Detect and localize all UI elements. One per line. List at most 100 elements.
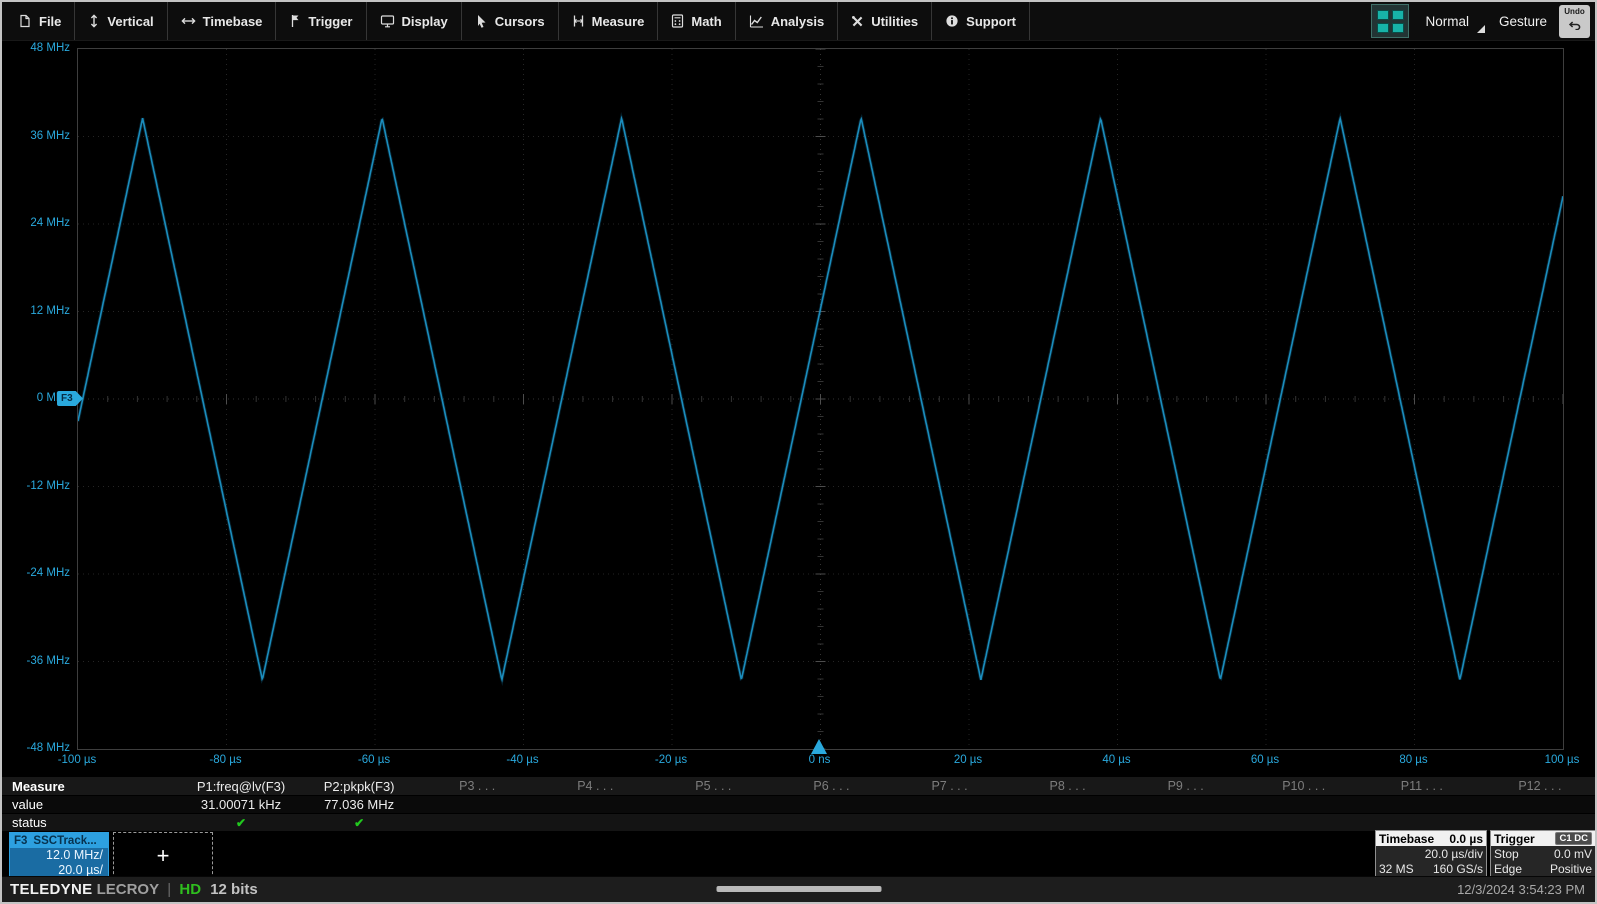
- menu-display-button[interactable]: Display: [367, 2, 462, 40]
- gesture-label: Gesture: [1499, 14, 1547, 29]
- file-icon: [18, 14, 32, 28]
- menu-vertical-button[interactable]: Vertical: [75, 2, 167, 40]
- x-tick-label: -100 µs: [32, 752, 122, 768]
- measure-icon: [572, 14, 585, 28]
- trigger-panel[interactable]: Trigger C1 DC Stop 0.0 mV Edge Positive: [1490, 830, 1596, 878]
- param-header-p7[interactable]: P7 . . .: [890, 779, 1008, 793]
- x-tick-label: -80 µs: [181, 752, 271, 768]
- display-mode-button[interactable]: Normal: [1421, 6, 1487, 37]
- timebase-icon: [181, 15, 196, 27]
- undo-label: Undo: [1564, 8, 1584, 16]
- display-mode-label: Normal: [1425, 14, 1469, 29]
- timebase-sample-rate: 160 GS/s: [1433, 862, 1483, 876]
- menu-bar-items: File Vertical Timebase Trigger Display Cursor…: [2, 2, 1030, 40]
- param-header-p6[interactable]: P6 . . .: [772, 779, 890, 793]
- f3-vertical-scale: 12.0 MHz/: [10, 848, 108, 863]
- param-status-ok-icon-p1: ✔: [182, 816, 300, 830]
- menu-label: Math: [691, 14, 721, 29]
- param-status-ok-icon-p2: ✔: [300, 816, 418, 830]
- measure-table: Measure P1:freq@lv(F3)P2:pkpk(F3)P3 . . …: [2, 777, 1597, 832]
- menu-label: Cursors: [495, 14, 545, 29]
- grid-display-icon[interactable]: [1371, 4, 1409, 38]
- utilities-icon: [851, 15, 864, 28]
- menu-trigger-button[interactable]: Trigger: [276, 2, 366, 40]
- status-row-label: status: [2, 815, 182, 830]
- f3-id: F3: [14, 835, 27, 847]
- param-header-p4[interactable]: P4 . . .: [536, 779, 654, 793]
- timebase-panel[interactable]: Timebase 0.0 µs 20.0 µs/div 32 MS 160 GS…: [1375, 830, 1487, 878]
- y-tick-label: 48 MHz: [6, 40, 70, 56]
- x-tick-label: -60 µs: [329, 752, 419, 768]
- x-tick-label: -40 µs: [478, 752, 568, 768]
- menu-measure-button[interactable]: Measure: [559, 2, 659, 40]
- f3-waveform-trace: [78, 49, 1563, 749]
- param-header-p9[interactable]: P9 . . .: [1127, 779, 1245, 793]
- plus-icon: +: [157, 843, 170, 869]
- f3-trace-descriptor[interactable]: F3 SSCTrack... 12.0 MHz/ 20.0 µs/: [9, 832, 109, 879]
- menu-label: Analysis: [771, 14, 824, 29]
- f3-name: SSCTrack...: [33, 835, 96, 847]
- param-header-p8[interactable]: P8 . . .: [1009, 779, 1127, 793]
- graticule[interactable]: [77, 48, 1564, 750]
- y-tick-label: -24 MHz: [6, 565, 70, 581]
- menu-math-button[interactable]: Math: [658, 2, 735, 40]
- menu-bar: File Vertical Timebase Trigger Display Cursor…: [2, 2, 1595, 41]
- measure-row-value: value 31.00071 kHz77.036 MHz: [2, 796, 1597, 814]
- y-tick-label: -36 MHz: [6, 653, 70, 669]
- menu-cursors-button[interactable]: Cursors: [462, 2, 559, 40]
- menu-label: Vertical: [107, 14, 153, 29]
- y-tick-label: -12 MHz: [6, 478, 70, 494]
- menu-label: Utilities: [871, 14, 918, 29]
- undo-button[interactable]: Undo: [1559, 5, 1590, 38]
- taskbar-drag-handle[interactable]: [716, 886, 881, 892]
- param-header-p3[interactable]: P3 . . .: [418, 779, 536, 793]
- trigger-header: Trigger C1 DC: [1491, 831, 1595, 846]
- trigger-mode: Stop: [1494, 847, 1519, 861]
- trigger-title: Trigger: [1494, 832, 1535, 846]
- menu-analysis-button[interactable]: Analysis: [736, 2, 838, 40]
- param-header-p11[interactable]: P11 . . .: [1363, 779, 1481, 793]
- timebase-record-length: 32 MS: [1379, 862, 1414, 876]
- param-header-p1[interactable]: P1:freq@lv(F3): [182, 779, 300, 794]
- trigger-position-marker-icon[interactable]: [811, 739, 827, 754]
- status-bar: TELEDYNE LECROY | HD 12 bits 12/3/2024 3…: [2, 876, 1595, 902]
- timebase-per-div: 20.0 µs/div: [1425, 847, 1483, 861]
- x-tick-label: 80 µs: [1369, 752, 1459, 768]
- menu-label: File: [39, 14, 61, 29]
- param-value-p1: 31.00071 kHz: [182, 797, 300, 812]
- brand-separator: |: [163, 881, 175, 898]
- analysis-icon: [749, 15, 764, 28]
- menu-support-button[interactable]: Support: [932, 2, 1030, 40]
- x-tick-label: 60 µs: [1220, 752, 1310, 768]
- add-trace-button[interactable]: +: [113, 832, 213, 879]
- display-icon: [380, 14, 395, 28]
- param-header-p5[interactable]: P5 . . .: [654, 779, 772, 793]
- brand-logo: TELEDYNE LECROY | HD 12 bits: [2, 881, 258, 898]
- x-tick-label: 100 µs: [1517, 752, 1597, 768]
- menu-label: Support: [966, 14, 1016, 29]
- menu-file-button[interactable]: File: [2, 2, 75, 40]
- measure-row-label: Measure: [2, 779, 182, 794]
- trigger-slope: Positive: [1550, 862, 1592, 876]
- trigger-level: 0.0 mV: [1554, 847, 1592, 861]
- param-header-p2[interactable]: P2:pkpk(F3): [300, 779, 418, 794]
- param-header-p12[interactable]: P12 . . .: [1481, 779, 1597, 793]
- menu-timebase-button[interactable]: Timebase: [168, 2, 277, 40]
- menu-utilities-button[interactable]: Utilities: [838, 2, 932, 40]
- param-header-p10[interactable]: P10 . . .: [1245, 779, 1363, 793]
- x-tick-label: 20 µs: [923, 752, 1013, 768]
- trigger-source-badge: C1 DC: [1555, 832, 1592, 845]
- brand-teledyne: TELEDYNE: [10, 881, 92, 898]
- menu-label: Display: [402, 14, 448, 29]
- vertical-icon: [88, 14, 100, 28]
- support-icon: [945, 14, 959, 28]
- menu-bar-right: Normal Gesture Undo: [1371, 2, 1595, 40]
- y-tick-label: 12 MHz: [6, 303, 70, 319]
- timebase-offset: 0.0 µs: [1449, 832, 1483, 846]
- trigger-type: Edge: [1494, 862, 1522, 876]
- menu-label: Timebase: [203, 14, 263, 29]
- menu-label: Measure: [592, 14, 645, 29]
- datetime-label: 12/3/2024 3:54:23 PM: [1457, 882, 1595, 897]
- f3-descriptor-header: F3 SSCTrack...: [10, 833, 108, 848]
- x-tick-label: 0 ns: [775, 752, 865, 768]
